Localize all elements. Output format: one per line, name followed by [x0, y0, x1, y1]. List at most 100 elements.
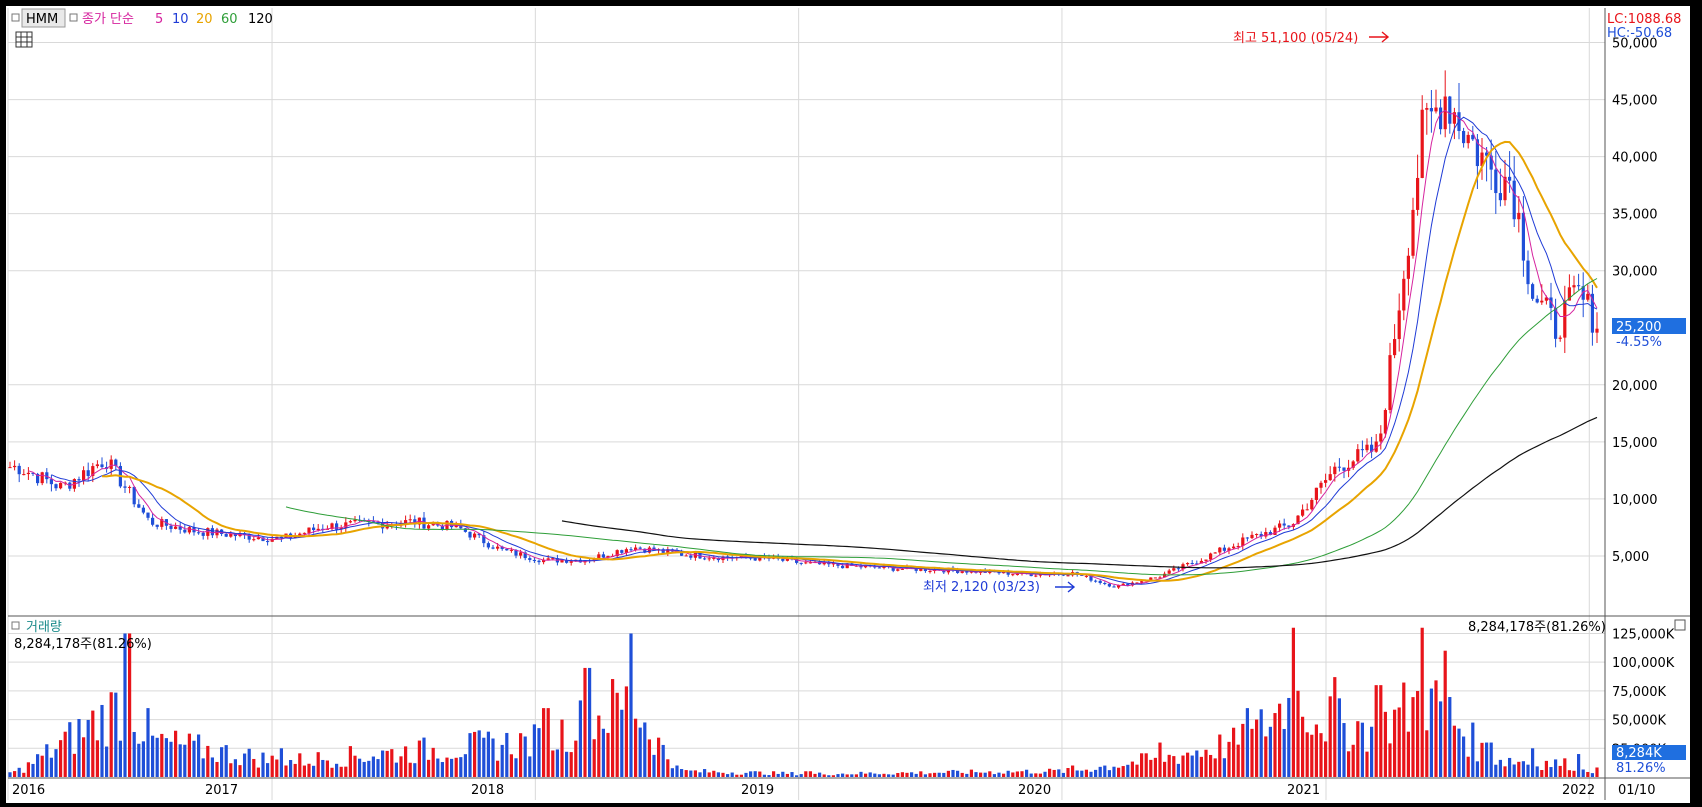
volume-bar: [1158, 742, 1162, 777]
price-tick-label: 30,000: [1612, 265, 1658, 280]
volume-bar: [1379, 685, 1383, 777]
volume-bar: [164, 738, 168, 777]
volume-bar: [1094, 769, 1098, 777]
volume-bar: [114, 692, 118, 777]
volume-bar: [330, 767, 334, 777]
volume-bar: [367, 760, 371, 777]
volume-bar: [371, 756, 375, 777]
ma120-legend: 120: [248, 12, 273, 27]
volume-bar: [523, 736, 527, 777]
candle-body: [151, 517, 155, 525]
volume-bar: [693, 770, 697, 777]
volume-bar: [233, 759, 237, 777]
volume-bar: [1061, 772, 1065, 777]
candle-body: [316, 528, 320, 531]
candle-body: [689, 555, 693, 558]
volume-left-info: 8,284,178주(81.26%): [14, 637, 152, 652]
volume-scroll-icon[interactable]: [1674, 619, 1686, 631]
volume-bar: [339, 766, 343, 777]
volume-bar: [141, 741, 145, 777]
volume-bar: [946, 770, 950, 777]
volume-bar: [238, 765, 242, 777]
grid-toggle-icon[interactable]: [15, 31, 33, 48]
candle-body: [1397, 310, 1401, 340]
volume-bar: [1333, 677, 1337, 777]
candle-body: [1255, 534, 1259, 536]
volume-bar: [1167, 754, 1171, 777]
volume-bar: [1328, 696, 1332, 777]
x-label-2018: 2018: [471, 783, 504, 798]
volume-bar: [155, 737, 159, 777]
volume-bar: [1517, 761, 1521, 777]
volume-bar: [169, 741, 173, 777]
candle-body: [187, 527, 191, 533]
volume-bar: [210, 757, 214, 777]
volume-bar: [1457, 728, 1461, 777]
volume-bar: [284, 765, 288, 777]
ma-menu-icon[interactable]: [69, 13, 78, 22]
volume-bar: [86, 719, 90, 777]
volume-bar: [808, 771, 812, 777]
candle-body: [155, 524, 159, 527]
candle-body: [1439, 107, 1443, 130]
volume-menu-icon[interactable]: [11, 621, 20, 630]
volume-bar: [1310, 734, 1314, 777]
volume-bars: [8, 627, 1599, 777]
volume-bar: [91, 710, 95, 777]
candle-body: [841, 565, 845, 569]
volume-bar: [1098, 766, 1102, 777]
volume-bar: [647, 739, 651, 777]
volume-bar: [436, 758, 440, 777]
volume-bar: [578, 700, 582, 777]
volume-bar: [1199, 756, 1203, 777]
volume-bar: [1420, 627, 1424, 777]
candle-body: [1190, 563, 1194, 565]
candle-body: [100, 464, 104, 468]
volume-bar: [1052, 769, 1056, 777]
candle-body: [86, 470, 90, 476]
volume-bar: [450, 758, 454, 777]
candle-body: [137, 504, 141, 508]
candle-body: [1094, 580, 1098, 582]
volume-bar: [404, 746, 408, 777]
volume-bar: [827, 775, 831, 777]
volume-bar: [1402, 682, 1406, 777]
stock-chart: 50,00045,00040,00035,00030,00020,00015,0…: [7, 8, 1690, 800]
volume-bar: [1544, 760, 1548, 777]
volume-bar: [63, 731, 67, 777]
volume-bar: [36, 754, 40, 777]
volume-bar: [1563, 758, 1567, 777]
candle-body: [1232, 546, 1236, 549]
volume-bar: [689, 770, 693, 777]
candle-body: [1535, 298, 1539, 303]
price-tick-label: 5,000: [1612, 550, 1649, 565]
ma10-line: [51, 116, 1598, 585]
volume-bar: [974, 772, 978, 777]
volume-bar: [1043, 771, 1047, 777]
volume-bar: [956, 770, 960, 777]
date-box: 01/10: [1618, 783, 1655, 798]
max-annotation: 최고 51,100 (05/24): [1233, 31, 1358, 46]
candle-body: [1084, 575, 1088, 577]
header-menu-icon[interactable]: [11, 13, 20, 22]
volume-bar: [1526, 764, 1530, 777]
volume-bar: [224, 745, 228, 777]
x-label-2017: 2017: [205, 783, 238, 798]
volume-bar: [59, 740, 63, 777]
volume-bar: [160, 733, 164, 777]
volume-bar: [555, 749, 559, 777]
volume-bar: [1149, 759, 1153, 777]
volume-tick-label: 100,000K: [1612, 656, 1675, 671]
candle-body: [1448, 96, 1452, 124]
volume-bar: [1586, 771, 1590, 777]
volume-bar: [1397, 707, 1401, 777]
volume-bar: [427, 759, 431, 777]
volume-bar: [192, 740, 196, 777]
volume-bar: [1489, 742, 1493, 777]
candle-body: [1301, 509, 1305, 516]
volume-bar: [390, 749, 394, 777]
price-candles: [8, 70, 1599, 589]
volume-bar: [813, 773, 817, 777]
lc-label: LC:1088.68: [1607, 12, 1681, 27]
candle-body: [1310, 499, 1314, 510]
